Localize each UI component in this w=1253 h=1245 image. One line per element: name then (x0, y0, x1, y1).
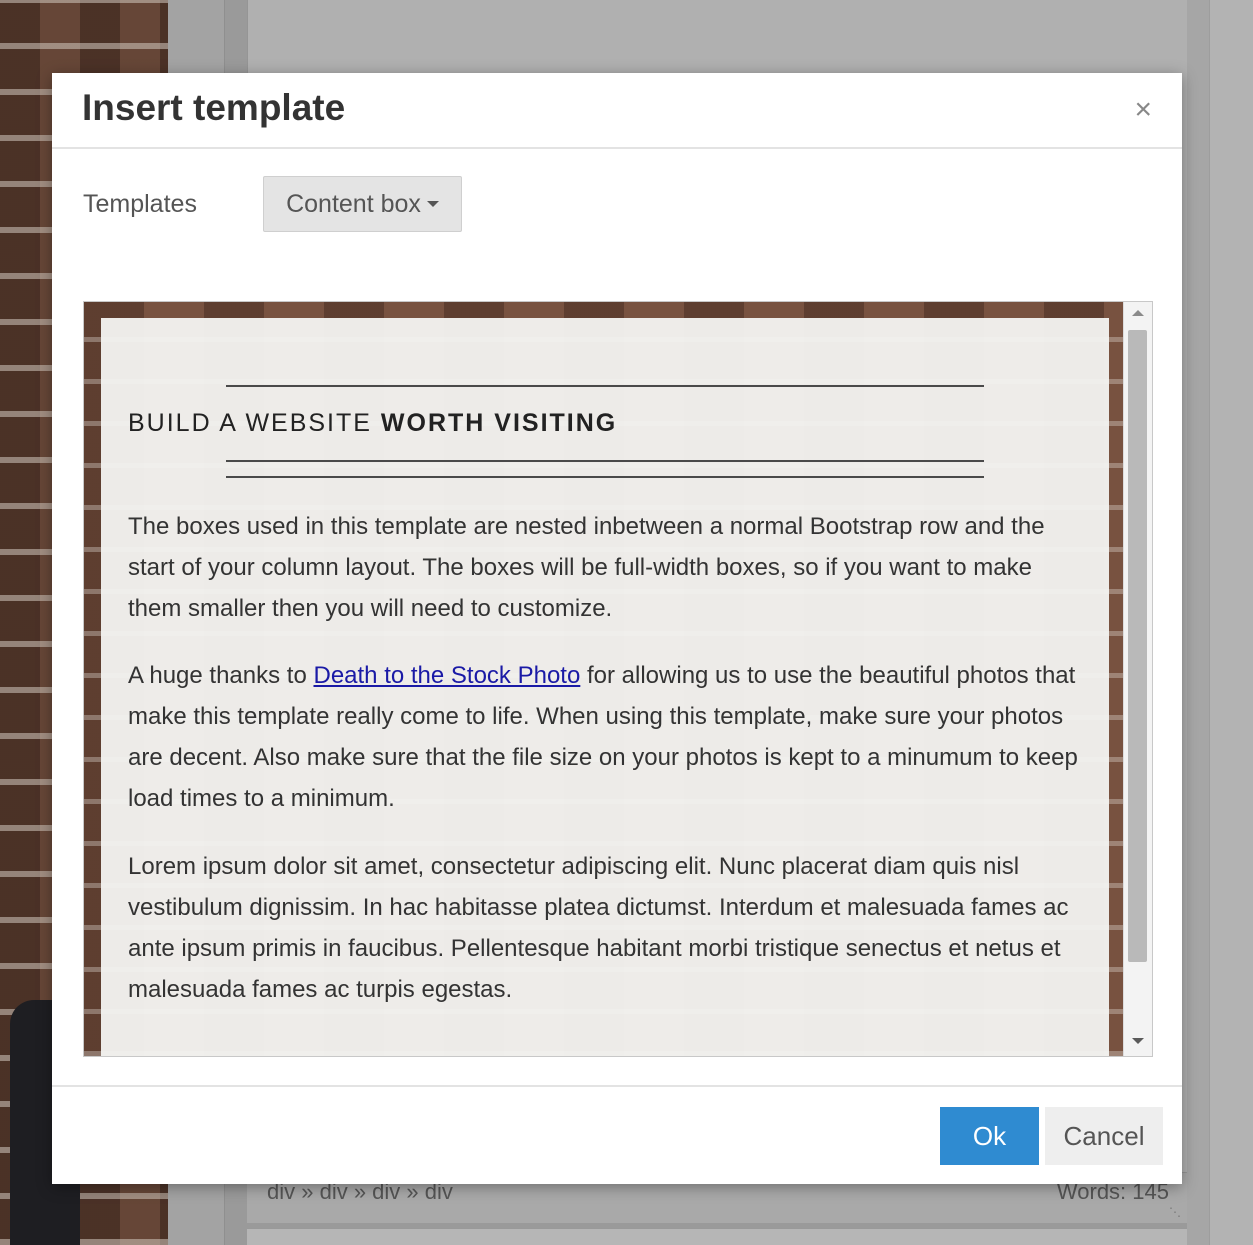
death-to-stock-photo-link[interactable]: Death to the Stock Photo (313, 662, 580, 689)
preview-paragraph-3: Lorem ipsum dolor sit amet, consectetur … (128, 853, 1069, 1003)
app-window: div » div » div » div Words: 145 ⋱ Inser… (0, 0, 1253, 1245)
caret-down-icon (426, 201, 439, 207)
preview-content-box: BUILD A WEBSITE WORTH VISITING The boxes… (101, 318, 1109, 1056)
template-select-dropdown[interactable]: Content box (263, 176, 462, 232)
preview-heading: BUILD A WEBSITE WORTH VISITING (128, 409, 617, 438)
preview-paragraph-2: A huge thanks to Death to the Stock Phot… (128, 655, 1078, 819)
scrollbar-thumb[interactable] (1128, 330, 1147, 962)
heading-rule-bottom-1 (226, 460, 984, 462)
template-preview-frame[interactable]: BUILD A WEBSITE WORTH VISITING The boxes… (83, 301, 1153, 1057)
cancel-button[interactable]: Cancel (1045, 1107, 1163, 1165)
heading-rule-bottom-2 (226, 476, 984, 478)
dialog-footer: Ok Cancel (52, 1085, 1182, 1186)
preview-heading-light: BUILD A WEBSITE (128, 409, 381, 437)
preview-scrollbar[interactable] (1123, 302, 1152, 1056)
scroll-up-arrow-icon[interactable] (1132, 310, 1144, 316)
template-select-value: Content box (286, 189, 421, 218)
insert-template-dialog: Insert template × Templates Content box … (52, 73, 1182, 1184)
background-right-panel (1209, 0, 1253, 1245)
heading-rule-top (226, 385, 984, 387)
preview-paragraph-1: The boxes used in this template are nest… (128, 513, 1045, 622)
preview-heading-bold: WORTH VISITING (380, 409, 618, 437)
dialog-title: Insert template (82, 87, 346, 128)
close-icon[interactable]: × (1134, 95, 1152, 125)
background-lower-panel (247, 1228, 1187, 1245)
templates-label: Templates (83, 190, 197, 218)
ok-button[interactable]: Ok (940, 1107, 1039, 1165)
background-right-edge (1187, 0, 1209, 1245)
scroll-down-arrow-icon[interactable] (1132, 1038, 1144, 1044)
resize-grip-icon[interactable]: ⋱ (1169, 1205, 1181, 1219)
paragraph-2-text-before: A huge thanks to (128, 662, 314, 689)
dialog-header: Insert template × (52, 73, 1182, 149)
